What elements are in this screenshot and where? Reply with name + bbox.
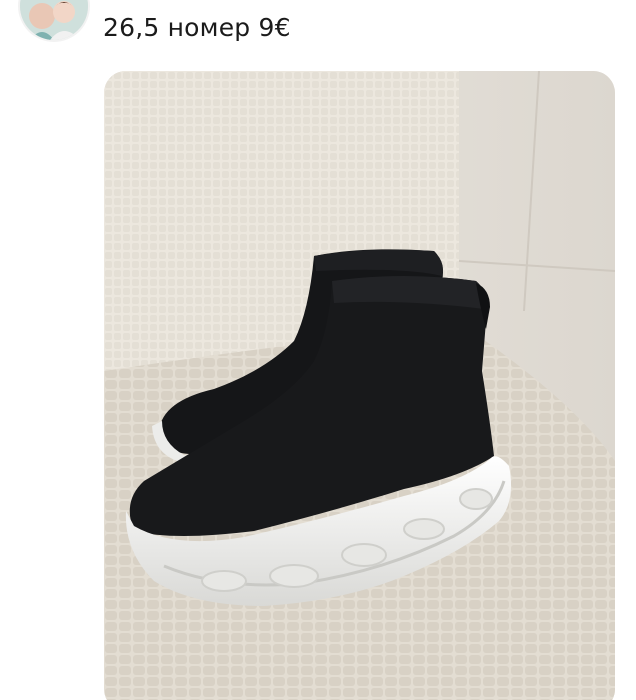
user-avatar-icon (20, 0, 88, 40)
avatar[interactable] (20, 0, 88, 40)
photo-image[interactable] (104, 71, 615, 700)
message-text: 26,5 номер 9€ (103, 13, 291, 42)
sneakers-photo (104, 71, 615, 700)
message-post: 26,5 номер 9€ (0, 0, 636, 700)
